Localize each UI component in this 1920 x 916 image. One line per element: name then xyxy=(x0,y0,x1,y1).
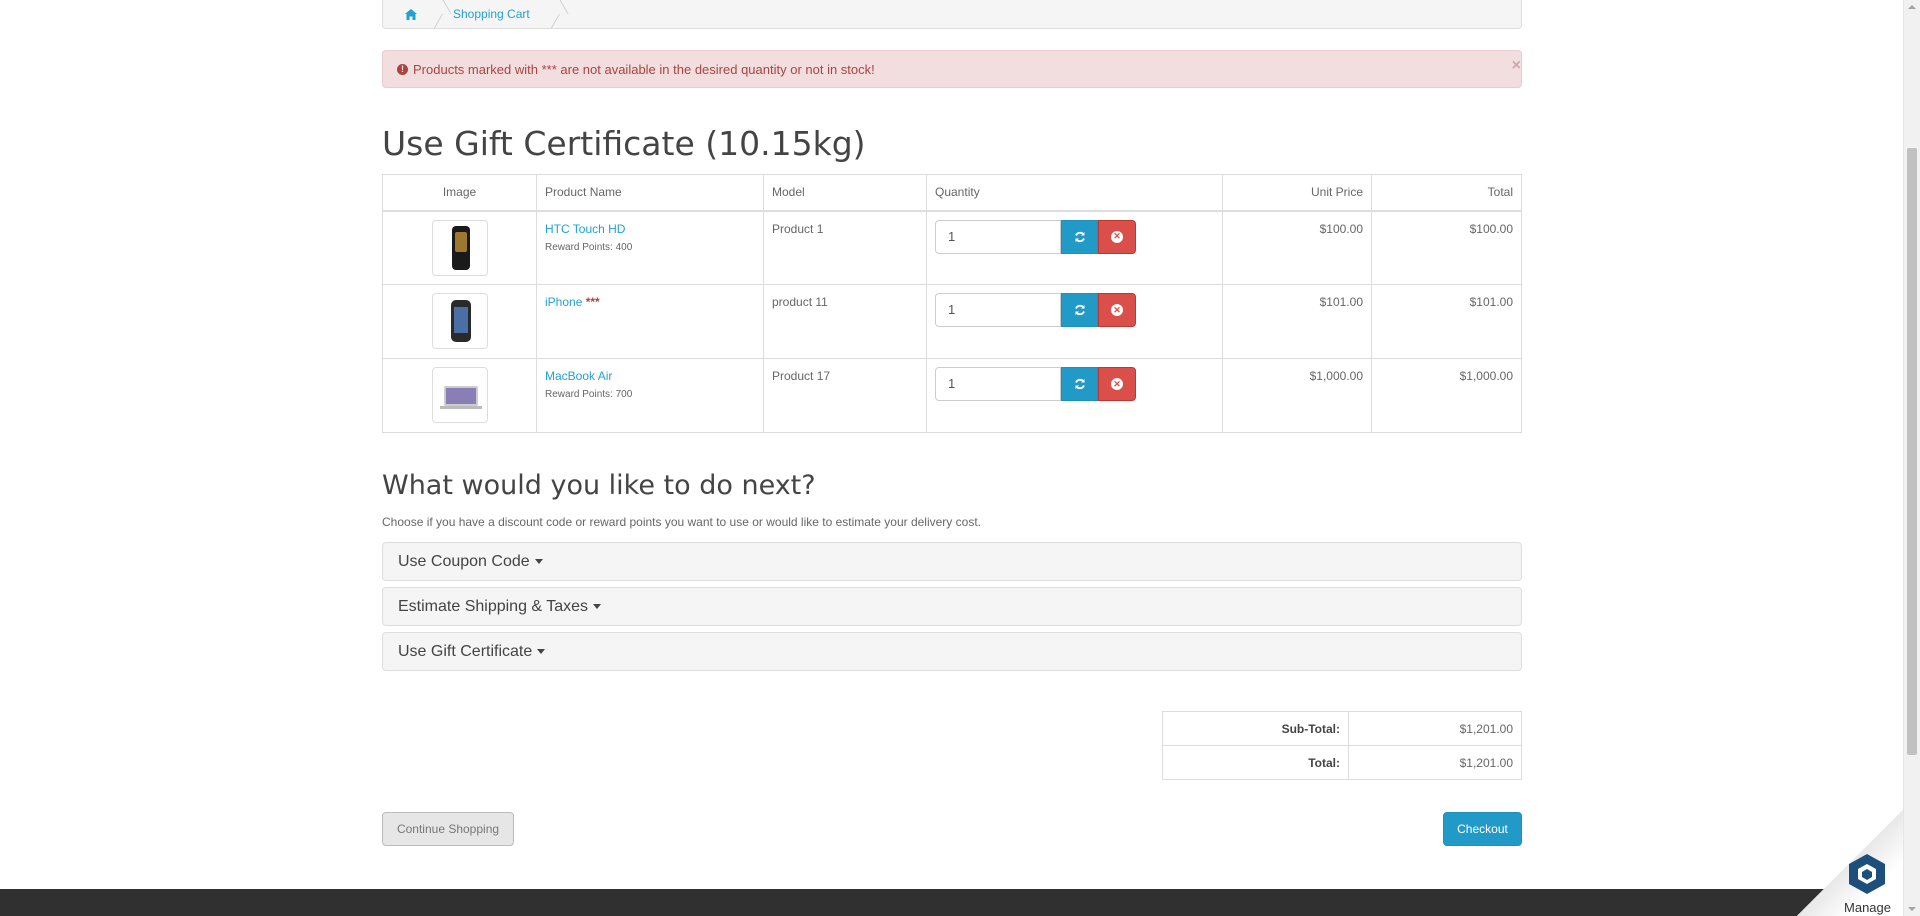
product-thumbnail[interactable] xyxy=(431,293,488,349)
caret-down-icon xyxy=(534,559,543,564)
quantity-input[interactable]: 1 xyxy=(935,367,1061,401)
scroll-up-arrow-icon[interactable] xyxy=(1908,5,1916,9)
refresh-icon xyxy=(1074,378,1085,390)
total-label: Total: xyxy=(1162,745,1349,780)
subtotal-value: $1,201.00 xyxy=(1348,711,1522,746)
next-steps-description: Choose if you have a discount code or re… xyxy=(382,515,981,529)
coupon-panel-toggle[interactable]: Use Coupon Code xyxy=(382,542,1522,581)
reward-points: Reward Points: 400 xyxy=(545,241,633,253)
quantity-group: 1 ✕ xyxy=(935,293,1214,327)
exclamation-circle-icon: ! xyxy=(397,63,408,75)
table-row: iPhone *** product 11 1 ✕ $101.00 $101.0… xyxy=(382,284,1522,359)
update-button[interactable] xyxy=(1061,367,1098,401)
manage-widget[interactable]: Manage xyxy=(1797,810,1903,916)
product-name-link[interactable]: iPhone xyxy=(545,295,582,309)
remove-icon: ✕ xyxy=(1111,230,1123,243)
update-button[interactable] xyxy=(1061,219,1098,254)
footer xyxy=(0,889,1905,916)
unit-price: $101.00 xyxy=(1222,284,1372,359)
product-thumbnail[interactable] xyxy=(431,367,488,423)
product-model: product 11 xyxy=(763,284,927,359)
caret-down-icon xyxy=(593,604,602,609)
manage-label: Manage xyxy=(1844,900,1891,915)
panel-title: Estimate Shipping & Taxes xyxy=(398,597,589,615)
panel-title: Use Gift Certificate xyxy=(398,642,533,660)
header-total: Total xyxy=(1371,174,1522,212)
header-unit-price: Unit Price xyxy=(1222,174,1372,212)
quantity-group: 1 ✕ xyxy=(935,367,1214,401)
row-total: $101.00 xyxy=(1371,284,1522,359)
checkout-button[interactable]: Checkout xyxy=(1443,812,1522,846)
header-quantity: Quantity xyxy=(926,174,1223,212)
macbook-image xyxy=(439,386,482,409)
breadcrumb-home[interactable] xyxy=(383,0,439,28)
quantity-group: 1 ✕ xyxy=(935,219,1214,254)
row-total: $100.00 xyxy=(1371,210,1522,285)
header-model: Model xyxy=(763,174,927,212)
refresh-icon xyxy=(1074,304,1085,316)
voucher-panel-toggle[interactable]: Use Gift Certificate xyxy=(382,632,1522,671)
home-icon xyxy=(405,8,417,20)
alert-close-button[interactable]: × xyxy=(1512,57,1521,75)
breadcrumb-label: Shopping Cart xyxy=(453,7,530,21)
refresh-icon xyxy=(1074,231,1085,242)
htc-phone-image xyxy=(451,225,470,270)
breadcrumb: Shopping Cart xyxy=(382,0,1522,29)
unit-price: $100.00 xyxy=(1222,210,1372,285)
totals-row: Sub-Total: $1,201.00 xyxy=(1162,711,1522,746)
remove-button[interactable]: ✕ xyxy=(1098,367,1136,401)
out-of-stock-mark: *** xyxy=(585,295,600,309)
remove-icon: ✕ xyxy=(1111,304,1123,316)
scroll-down-arrow-icon[interactable] xyxy=(1908,907,1916,911)
header-product-name: Product Name xyxy=(536,174,764,212)
totals-table: Sub-Total: $1,201.00 Total: $1,201.00 xyxy=(1162,711,1522,780)
stock-alert: ! Products marked with *** are not avail… xyxy=(382,50,1522,88)
remove-icon: ✕ xyxy=(1111,378,1123,390)
scrollbar-thumb[interactable] xyxy=(1907,148,1917,755)
total-value: $1,201.00 xyxy=(1348,745,1522,780)
remove-button[interactable]: ✕ xyxy=(1098,219,1136,254)
iphone-image xyxy=(450,300,471,342)
remove-button[interactable]: ✕ xyxy=(1098,293,1136,327)
table-row: MacBook Air Reward Points: 700 Product 1… xyxy=(382,358,1522,433)
vertical-scrollbar[interactable] xyxy=(1903,0,1920,916)
product-model: Product 1 xyxy=(763,210,927,285)
quantity-input[interactable]: 1 xyxy=(935,293,1061,327)
reward-points: Reward Points: 700 xyxy=(545,389,633,400)
quantity-input[interactable]: 1 xyxy=(935,219,1061,254)
panel-title: Use Coupon Code xyxy=(398,552,530,570)
header-image: Image xyxy=(382,174,537,212)
alert-message: Products marked with *** are not availab… xyxy=(413,61,875,77)
breadcrumb-shopping-cart[interactable]: Shopping Cart xyxy=(439,0,556,28)
row-total: $1,000.00 xyxy=(1371,358,1522,433)
cart-table: Image Product Name Model Quantity Unit P… xyxy=(382,174,1522,433)
page-title: Use Gift Certificate (10.15kg) xyxy=(382,124,866,163)
next-steps-heading: What would you like to do next? xyxy=(382,470,816,501)
table-row: HTC Touch HD Reward Points: 400 Product … xyxy=(382,210,1522,285)
manage-logo-icon xyxy=(1849,854,1885,894)
product-name-link[interactable]: HTC Touch HD xyxy=(545,222,625,236)
product-thumbnail[interactable] xyxy=(431,219,488,276)
cart-header-row: Image Product Name Model Quantity Unit P… xyxy=(382,174,1522,212)
subtotal-label: Sub-Total: xyxy=(1162,711,1349,746)
unit-price: $1,000.00 xyxy=(1222,358,1372,433)
update-button[interactable] xyxy=(1061,293,1098,327)
shipping-panel-toggle[interactable]: Estimate Shipping & Taxes xyxy=(382,587,1522,626)
continue-shopping-button[interactable]: Continue Shopping xyxy=(382,812,514,846)
product-model: Product 17 xyxy=(763,358,927,433)
product-name-link[interactable]: MacBook Air xyxy=(545,369,612,383)
caret-down-icon xyxy=(537,649,546,654)
totals-row: Total: $1,201.00 xyxy=(1162,745,1522,780)
